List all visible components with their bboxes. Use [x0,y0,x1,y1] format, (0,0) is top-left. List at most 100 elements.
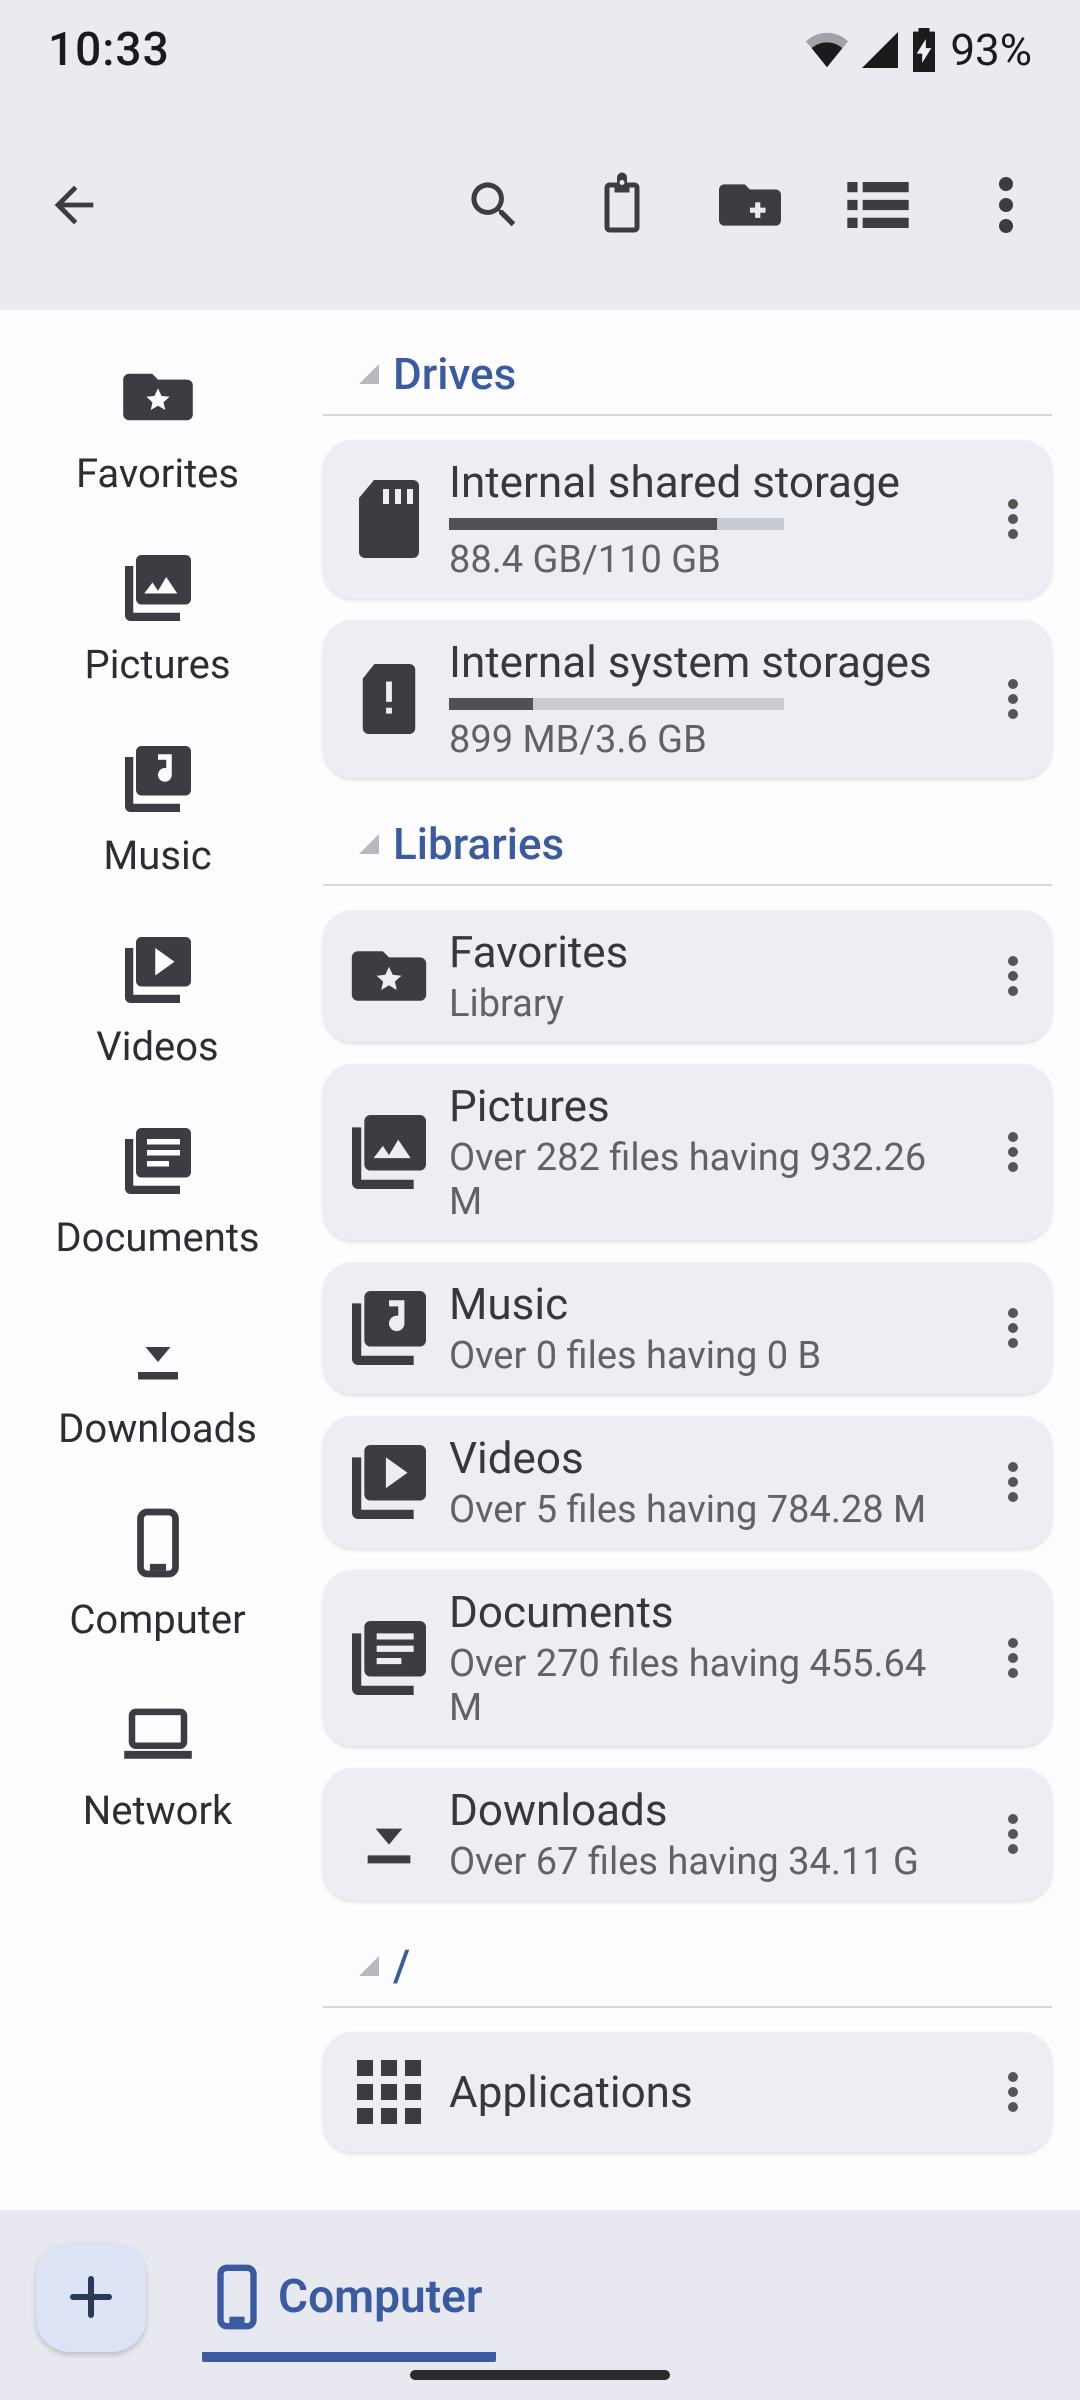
more-vert-icon [1008,955,1018,997]
sidebar-item-documents[interactable]: Documents [0,1104,315,1295]
phone-icon [0,1508,315,1578]
sidebar-item-label: Videos [0,1023,315,1070]
videos-icon [0,935,315,1005]
documents-icon [347,1616,431,1700]
sidebar-item-label: Music [0,832,315,879]
sidebar-item-network[interactable]: Network [0,1677,315,1868]
drive-title: Internal system storages [449,636,968,688]
card-body: Documents Over 270 files having 455.64 M [431,1586,986,1730]
sidebar-item-label: Computer [0,1596,315,1643]
list-icon [847,182,909,228]
library-title: Downloads [449,1784,968,1836]
sidebar: Favorites Pictures Music Videos Document… [0,310,315,2210]
library-sub: Over 282 files having 932.26 M [449,1136,968,1224]
music-icon [347,1286,431,1370]
card-body: Applications [431,2066,986,2118]
collapse-icon [359,834,379,854]
card-body: Pictures Over 282 files having 932.26 M [431,1080,986,1224]
item-menu-button[interactable] [986,1813,1040,1855]
sidebar-item-computer[interactable]: Computer [0,1486,315,1677]
drive-internal-system[interactable]: Internal system storages 899 MB/3.6 GB [323,620,1052,778]
section-title: Libraries [393,818,564,870]
pictures-icon [0,553,315,623]
item-menu-button[interactable] [986,2071,1040,2113]
more-vert-icon [1008,1637,1018,1679]
library-videos[interactable]: Videos Over 5 files having 784.28 M [323,1416,1052,1548]
section-title: / [393,1940,410,1992]
back-button[interactable] [36,167,112,243]
library-pictures[interactable]: Pictures Over 282 files having 932.26 M [323,1064,1052,1240]
item-menu-button[interactable] [986,1461,1040,1503]
sidebar-item-music[interactable]: Music [0,722,315,913]
item-menu-button[interactable] [986,955,1040,997]
phone-icon [216,2264,258,2330]
more-vert-icon [1008,1461,1018,1503]
folder-plus-icon [719,179,781,231]
section-header-root[interactable]: / [323,1922,1052,2008]
library-title: Pictures [449,1080,968,1132]
add-button[interactable] [36,2242,146,2352]
card-body: Videos Over 5 files having 784.28 M [431,1432,986,1532]
toolbar [0,100,1080,310]
item-menu-button[interactable] [986,678,1040,720]
root-applications[interactable]: Applications [323,2032,1052,2152]
tab-computer[interactable]: Computer [202,2242,496,2362]
music-icon [0,744,315,814]
status-indicators: 93% [804,24,1032,76]
status-time: 10:33 [48,23,170,77]
status-bar: 10:33 93% [0,0,1080,100]
library-sub: Over 5 files having 784.28 M [449,1488,968,1532]
battery-icon [910,28,938,72]
library-title: Music [449,1278,968,1330]
library-favorites[interactable]: Favorites Library [323,910,1052,1042]
sidebar-item-pictures[interactable]: Pictures [0,531,315,722]
sidebar-item-label: Documents [0,1214,315,1261]
card-body: Downloads Over 67 files having 34.11 G [431,1784,986,1884]
sidebar-item-favorites[interactable]: Favorites [0,340,315,531]
library-title: Documents [449,1586,968,1638]
download-icon [347,1792,431,1876]
new-folder-button[interactable] [712,167,788,243]
view-list-button[interactable] [840,167,916,243]
library-sub: Over 0 files having 0 B [449,1334,968,1378]
videos-icon [347,1440,431,1524]
sidebar-item-downloads[interactable]: Downloads [0,1295,315,1486]
library-title: Favorites [449,926,968,978]
battery-percent: 93% [950,24,1032,76]
sd-card-icon [347,477,431,561]
more-vert-icon [1008,1307,1018,1349]
section-title: Drives [393,348,516,400]
wifi-icon [804,32,850,68]
drive-size: 899 MB/3.6 GB [449,718,968,762]
more-vert-icon [1008,1131,1018,1173]
content-area: Favorites Pictures Music Videos Document… [0,310,1080,2210]
clipboard-button[interactable] [584,167,660,243]
drive-internal-shared[interactable]: Internal shared storage 88.4 GB/110 GB [323,440,1052,598]
more-vert-icon [1008,498,1018,540]
library-music[interactable]: Music Over 0 files having 0 B [323,1262,1052,1394]
search-icon [464,175,524,235]
overflow-menu-button[interactable] [968,167,1044,243]
more-vert-icon [1008,1813,1018,1855]
clipboard-icon [592,171,652,239]
item-menu-button[interactable] [986,1637,1040,1679]
nav-handle[interactable] [410,2370,670,2380]
card-body: Favorites Library [431,926,986,1026]
search-button[interactable] [456,167,532,243]
sidebar-item-label: Pictures [0,641,315,688]
library-documents[interactable]: Documents Over 270 files having 455.64 M [323,1570,1052,1746]
sidebar-item-videos[interactable]: Videos [0,913,315,1104]
card-body: Internal shared storage 88.4 GB/110 GB [431,456,986,582]
documents-icon [0,1126,315,1196]
drive-title: Internal shared storage [449,456,968,508]
library-sub: Over 270 files having 455.64 M [449,1642,968,1730]
section-header-libraries[interactable]: Libraries [323,800,1052,886]
section-header-drives[interactable]: Drives [323,330,1052,416]
tab-label: Computer [278,2270,482,2324]
library-downloads[interactable]: Downloads Over 67 files having 34.11 G [323,1768,1052,1900]
storage-progress [449,698,784,710]
item-menu-button[interactable] [986,1307,1040,1349]
item-menu-button[interactable] [986,498,1040,540]
storage-progress [449,518,784,530]
item-menu-button[interactable] [986,1131,1040,1173]
